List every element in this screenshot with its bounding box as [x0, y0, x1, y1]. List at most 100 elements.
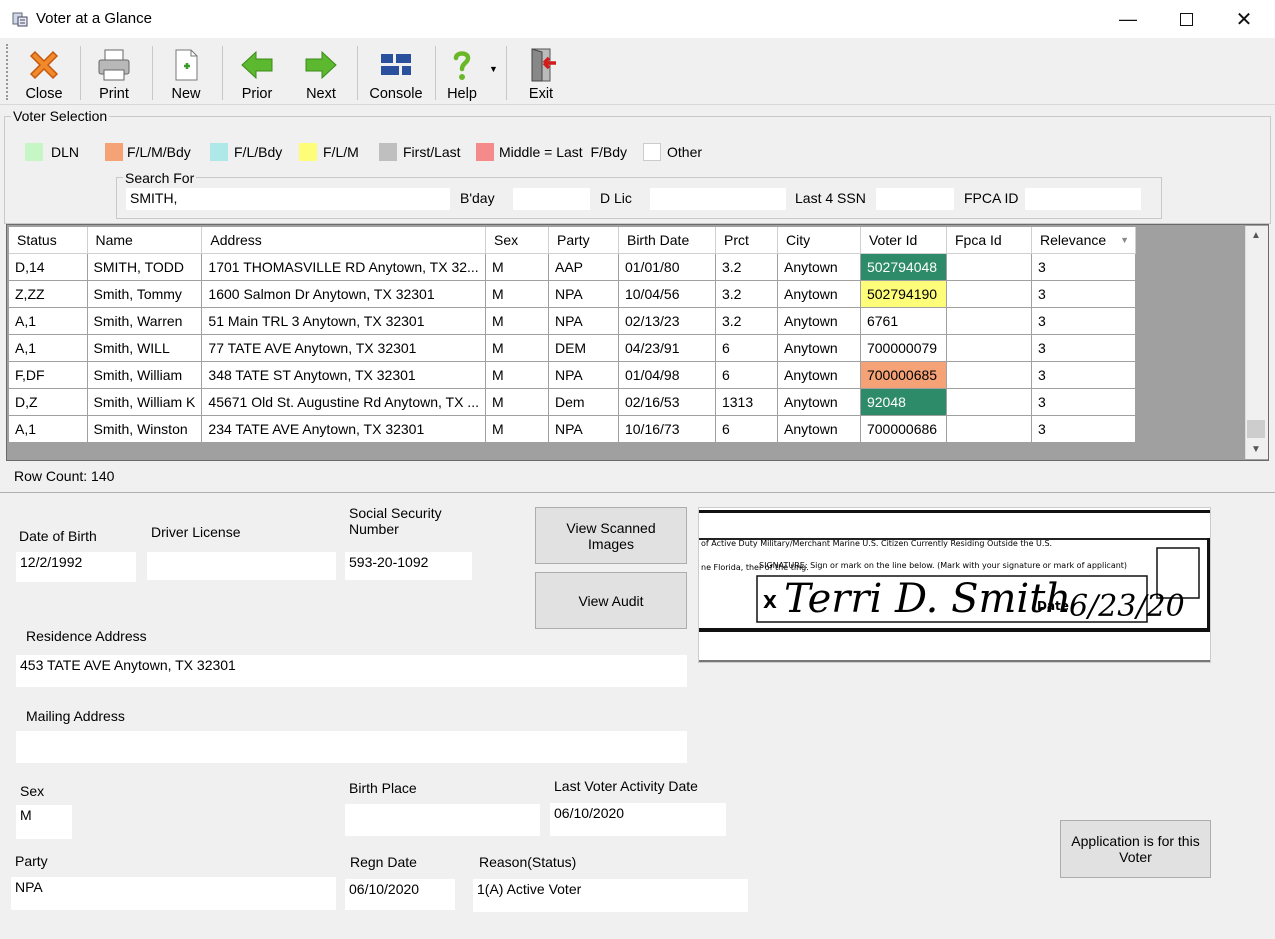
cell-voter-id[interactable]: 700000079 [860, 334, 947, 362]
cell-birth[interactable]: 04/23/91 [618, 334, 716, 362]
view-scanned-images-button[interactable]: View Scanned Images [535, 507, 687, 564]
cell-prct[interactable]: 3.2 [715, 253, 778, 281]
residence-address-field[interactable]: 453 TATE AVE Anytown, TX 32301 [16, 655, 687, 687]
cell-birth[interactable]: 10/04/56 [618, 280, 716, 308]
cell-prct[interactable]: 1313 [715, 388, 778, 416]
help-dropdown-arrow-icon[interactable]: ▼ [489, 64, 498, 74]
cell-relevance[interactable]: 3 [1031, 415, 1136, 443]
table-row[interactable]: A,1 Smith, Warren 51 Main TRL 3 Anytown, T… [9, 307, 1136, 335]
prior-button[interactable]: Prior [228, 40, 286, 102]
cell-fpca[interactable] [946, 280, 1032, 308]
regn-date-field[interactable]: 06/10/2020 [345, 879, 455, 910]
cell-relevance[interactable]: 3 [1031, 253, 1136, 281]
application-for-voter-button[interactable]: Application is for this Voter [1060, 820, 1211, 878]
cell-relevance[interactable]: 3 [1031, 388, 1136, 416]
table-row[interactable]: F,DF Smith, William 348 TATE ST Anytown, T… [9, 361, 1136, 389]
scroll-down-icon[interactable]: ▼ [1251, 444, 1261, 455]
cell-name[interactable]: Smith, Winston [87, 415, 203, 443]
cell-name[interactable]: Smith, Warren [87, 307, 203, 335]
new-button[interactable]: New [158, 40, 214, 102]
cell-sex[interactable]: M [485, 388, 549, 416]
cell-birth[interactable]: 02/16/53 [618, 388, 716, 416]
cell-fpca[interactable] [946, 415, 1032, 443]
cell-birth[interactable]: 02/13/23 [618, 307, 716, 335]
driver-license-field[interactable] [147, 552, 336, 580]
last-voter-activity-field[interactable]: 06/10/2020 [550, 803, 726, 836]
cell-fpca[interactable] [946, 334, 1032, 362]
cell-party[interactable]: NPA [548, 280, 619, 308]
cell-sex[interactable]: M [485, 361, 549, 389]
scrollbar-thumb[interactable] [1247, 420, 1265, 438]
cell-status[interactable]: A,1 [9, 307, 88, 335]
cell-prct[interactable]: 6 [715, 361, 778, 389]
cell-prct[interactable]: 6 [715, 334, 778, 362]
cell-name[interactable]: Smith, Tommy [87, 280, 203, 308]
cell-address[interactable]: 1600 Salmon Dr Anytown, TX 32301 [201, 280, 486, 308]
print-button[interactable]: Print [86, 40, 142, 102]
column-header-fpca-id[interactable]: Fpca Id [946, 227, 1032, 254]
table-row[interactable]: A,1 Smith, Winston 234 TATE AVE Anytown, T… [9, 415, 1136, 443]
minimize-button[interactable]: — [1099, 0, 1157, 38]
cell-address[interactable]: 348 TATE ST Anytown, TX 32301 [201, 361, 486, 389]
cell-sex[interactable]: M [485, 415, 549, 443]
sex-field[interactable]: M [16, 805, 72, 839]
cell-sex[interactable]: M [485, 307, 549, 335]
cell-city[interactable]: Anytown [777, 415, 861, 443]
column-header-birth-date[interactable]: Birth Date [618, 227, 716, 254]
ssn-last4-input[interactable] [876, 188, 954, 210]
cell-party[interactable]: NPA [548, 415, 619, 443]
close-button[interactable]: Close [16, 40, 72, 102]
dlic-input[interactable] [650, 188, 786, 210]
cell-address[interactable]: 51 Main TRL 3 Anytown, TX 32301 [201, 307, 486, 335]
cell-relevance[interactable]: 3 [1031, 307, 1136, 335]
cell-city[interactable]: Anytown [777, 307, 861, 335]
column-header-status[interactable]: Status [9, 227, 88, 254]
cell-prct[interactable]: 3.2 [715, 307, 778, 335]
cell-city[interactable]: Anytown [777, 253, 861, 281]
cell-name[interactable]: SMITH, TODD [87, 253, 203, 281]
cell-relevance[interactable]: 3 [1031, 334, 1136, 362]
cell-birth[interactable]: 01/01/80 [618, 253, 716, 281]
cell-party[interactable]: NPA [548, 361, 619, 389]
cell-status[interactable]: F,DF [9, 361, 88, 389]
cell-status[interactable]: A,1 [9, 415, 88, 443]
cell-status[interactable]: A,1 [9, 334, 88, 362]
cell-name[interactable]: Smith, William K [87, 388, 203, 416]
cell-relevance[interactable]: 3 [1031, 280, 1136, 308]
column-header-sex[interactable]: Sex [485, 227, 549, 254]
reason-status-field[interactable]: 1(A) Active Voter [473, 879, 748, 912]
cell-city[interactable]: Anytown [777, 334, 861, 362]
cell-fpca[interactable] [946, 253, 1032, 281]
help-button[interactable]: Help [440, 40, 484, 102]
cell-fpca[interactable] [946, 388, 1032, 416]
table-row[interactable]: D,14 SMITH, TODD 1701 THOMASVILLE RD Anyto… [9, 253, 1136, 281]
cell-voter-id[interactable]: 502794048 [860, 253, 947, 281]
table-row[interactable]: Z,ZZ Smith, Tommy 1600 Salmon Dr Anytown, … [9, 280, 1136, 308]
cell-voter-id[interactable]: 92048 [860, 388, 947, 416]
cell-relevance[interactable]: 3 [1031, 361, 1136, 389]
cell-prct[interactable]: 6 [715, 415, 778, 443]
grid-vertical-scrollbar[interactable]: ▲ ▼ [1245, 226, 1268, 459]
cell-city[interactable]: Anytown [777, 361, 861, 389]
table-row[interactable]: D,Z Smith, William K 45671 Old St. Augusti… [9, 388, 1136, 416]
cell-voter-id[interactable]: 6761 [860, 307, 947, 335]
next-button[interactable]: Next [292, 40, 350, 102]
birth-place-field[interactable] [345, 804, 540, 836]
close-window-button[interactable]: ✕ [1215, 0, 1273, 38]
cell-party[interactable]: AAP [548, 253, 619, 281]
cell-fpca[interactable] [946, 307, 1032, 335]
cell-city[interactable]: Anytown [777, 280, 861, 308]
cell-party[interactable]: DEM [548, 334, 619, 362]
cell-prct[interactable]: 3.2 [715, 280, 778, 308]
table-row[interactable]: A,1 Smith, WILL 77 TATE AVE Anytown, TX 32… [9, 334, 1136, 362]
search-name-input[interactable]: SMITH, [126, 188, 450, 210]
cell-party[interactable]: Dem [548, 388, 619, 416]
maximize-button[interactable] [1157, 0, 1215, 38]
view-audit-button[interactable]: View Audit [535, 572, 687, 629]
cell-name[interactable]: Smith, WILL [87, 334, 203, 362]
cell-birth[interactable]: 10/16/73 [618, 415, 716, 443]
party-field[interactable]: NPA [11, 877, 336, 910]
cell-address[interactable]: 234 TATE AVE Anytown, TX 32301 [201, 415, 486, 443]
cell-voter-id[interactable]: 700000686 [860, 415, 947, 443]
fpca-id-input[interactable] [1025, 188, 1141, 210]
